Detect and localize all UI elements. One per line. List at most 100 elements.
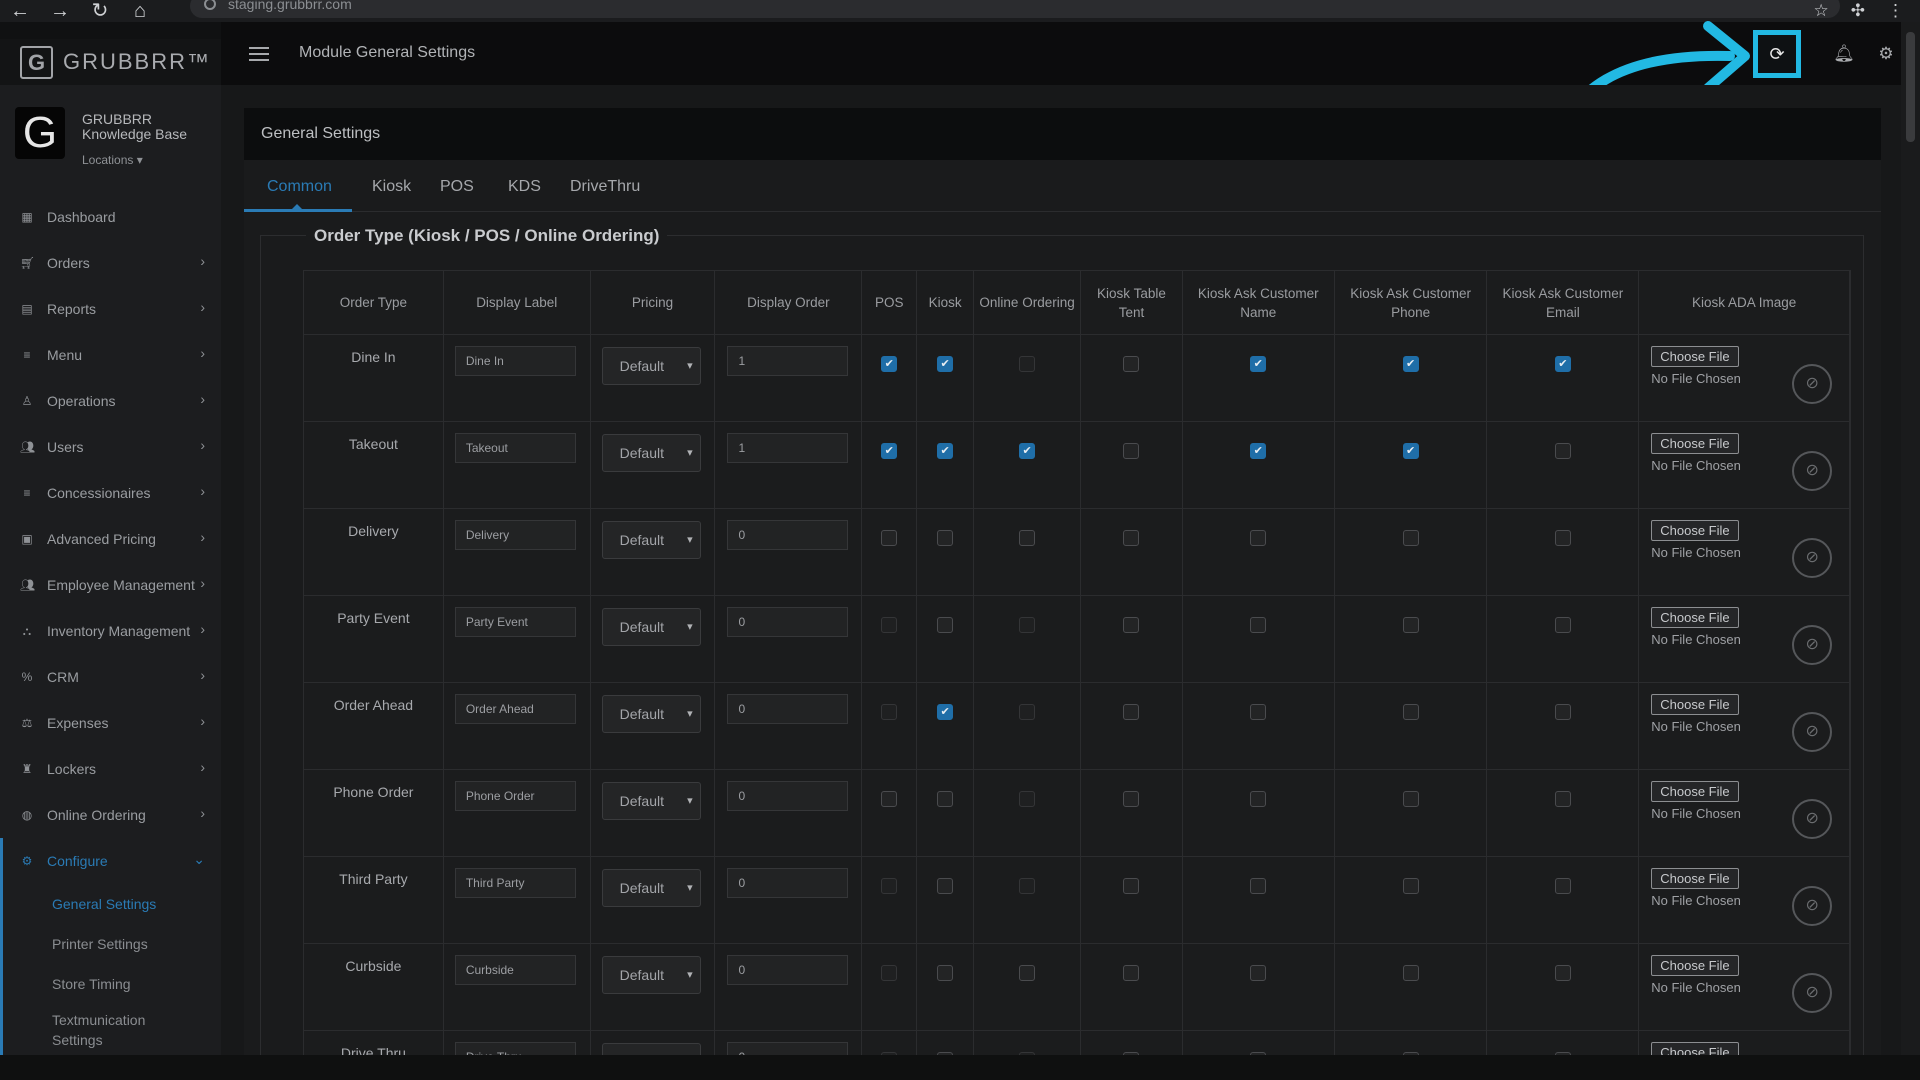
display-order-input[interactable]: 0 — [727, 1042, 849, 1055]
display-order-input[interactable]: 1 — [727, 433, 849, 463]
kiosk-table-tent-checkbox[interactable] — [1123, 704, 1140, 720]
ask-customer-phone-checkbox[interactable] — [1402, 617, 1419, 633]
sidebar-item-menu[interactable]: ≡ Menu › — [0, 332, 221, 378]
display-order-input[interactable]: 0 — [727, 781, 849, 811]
display-label-input[interactable]: Drive Thru — [454, 1042, 576, 1055]
kiosk-table-tent-checkbox[interactable] — [1123, 878, 1140, 894]
address-bar[interactable]: staging.grubbrr.com — [190, 0, 1840, 18]
browser-menu-icon[interactable]: ⋮ — [1887, 1, 1904, 21]
kiosk-table-tent-checkbox[interactable] — [1123, 965, 1140, 981]
display-order-input[interactable]: 0 — [727, 955, 849, 985]
display-label-input[interactable]: Delivery — [454, 520, 576, 550]
choose-file-button[interactable]: Choose File — [1651, 433, 1739, 454]
pos-checkbox[interactable] — [881, 617, 898, 633]
ask-customer-name-checkbox[interactable] — [1250, 530, 1267, 546]
pricing-select[interactable]: Default▾ — [601, 956, 701, 994]
choose-file-button[interactable]: Choose File — [1651, 868, 1739, 889]
pricing-select[interactable]: Default▾ — [601, 1043, 701, 1055]
ask-customer-name-checkbox[interactable] — [1250, 617, 1267, 633]
ask-customer-phone-checkbox[interactable] — [1402, 704, 1419, 720]
display-label-input[interactable]: Dine In — [454, 346, 576, 376]
pos-checkbox[interactable] — [881, 530, 898, 546]
ask-customer-email-checkbox[interactable] — [1554, 965, 1571, 981]
kiosk-table-tent-checkbox[interactable] — [1123, 443, 1140, 459]
kiosk-checkbox[interactable]: ✔ — [937, 704, 954, 720]
scrollbar-thumb[interactable] — [1906, 32, 1915, 142]
pricing-select[interactable]: Default▾ — [601, 695, 701, 733]
tab-kds[interactable]: KDS — [508, 178, 541, 196]
pos-checkbox[interactable] — [881, 878, 898, 894]
ask-customer-email-checkbox[interactable] — [1554, 878, 1571, 894]
online-ordering-checkbox[interactable] — [1019, 530, 1036, 546]
online-ordering-checkbox[interactable] — [1019, 617, 1036, 633]
sidebar-item-advanced-pricing[interactable]: ▣ Advanced Pricing › — [0, 516, 221, 562]
forward-arrow-icon[interactable]: → — [40, 0, 80, 22]
display-order-input[interactable]: 0 — [727, 868, 849, 898]
pricing-select[interactable]: Default▾ — [601, 869, 701, 907]
brand-logo[interactable]: G — [20, 45, 53, 79]
display-label-input[interactable]: Takeout — [454, 433, 576, 463]
pos-checkbox[interactable] — [881, 704, 898, 720]
pricing-select[interactable]: Default▾ — [601, 521, 701, 559]
kiosk-table-tent-checkbox[interactable] — [1123, 791, 1140, 807]
ask-customer-phone-checkbox[interactable] — [1402, 530, 1419, 546]
display-label-input[interactable]: Party Event — [454, 607, 576, 637]
bookmark-star-icon[interactable]: ☆ — [1814, 1, 1829, 21]
sidebar-item-lockers[interactable]: ♜ Lockers › — [0, 746, 221, 792]
page-scrollbar[interactable] — [1901, 22, 1920, 1055]
sidebar-item-concessionaires[interactable]: ≡ Concessionaires › — [0, 470, 221, 516]
sidebar-item-orders[interactable]: 🛒︎ Orders › — [0, 240, 221, 286]
display-label-input[interactable]: Order Ahead — [454, 694, 576, 724]
online-ordering-checkbox[interactable] — [1019, 356, 1036, 372]
pricing-select[interactable]: Default▾ — [601, 347, 701, 385]
submenu-item-store-timing[interactable]: Store Timing — [52, 964, 221, 1004]
extensions-icon[interactable]: ✣ — [1851, 1, 1865, 21]
sidebar-item-dashboard[interactable]: ▦ Dashboard — [0, 194, 221, 240]
ask-customer-name-checkbox[interactable]: ✔ — [1250, 356, 1267, 372]
locations-dropdown[interactable]: Locations ▾ — [82, 153, 143, 167]
tab-drivethru[interactable]: DriveThru — [570, 178, 640, 196]
ask-customer-email-checkbox[interactable]: ✔ — [1554, 356, 1571, 372]
ask-customer-email-checkbox[interactable] — [1554, 704, 1571, 720]
submenu-item-textmunication-settings[interactable]: Textmunication Settings — [52, 1004, 172, 1055]
pos-checkbox[interactable]: ✔ — [881, 356, 898, 372]
choose-file-button[interactable]: Choose File — [1651, 955, 1739, 976]
display-label-input[interactable]: Phone Order — [454, 781, 576, 811]
sidebar-item-operations[interactable]: ♙ Operations › — [0, 378, 221, 424]
site-info-icon[interactable] — [204, 0, 216, 10]
pricing-select[interactable]: Default▾ — [601, 608, 701, 646]
ask-customer-name-checkbox[interactable]: ✔ — [1250, 443, 1267, 459]
choose-file-button[interactable]: Choose File — [1651, 1042, 1739, 1055]
online-ordering-checkbox[interactable] — [1019, 704, 1036, 720]
kiosk-checkbox[interactable] — [937, 530, 954, 546]
ask-customer-email-checkbox[interactable] — [1554, 791, 1571, 807]
sidebar-item-expenses[interactable]: ⚖ Expenses › — [0, 700, 221, 746]
sidebar-item-configure[interactable]: ⚙ Configure ⌄ — [0, 838, 221, 884]
kiosk-checkbox[interactable]: ✔ — [937, 356, 954, 372]
ask-customer-email-checkbox[interactable] — [1554, 443, 1571, 459]
online-ordering-checkbox[interactable]: ✔ — [1019, 443, 1036, 459]
ask-customer-phone-checkbox[interactable]: ✔ — [1402, 356, 1419, 372]
ask-customer-email-checkbox[interactable] — [1554, 530, 1571, 546]
tab-pos[interactable]: POS — [440, 178, 474, 196]
display-order-input[interactable]: 0 — [727, 520, 849, 550]
kiosk-table-tent-checkbox[interactable] — [1123, 356, 1140, 372]
choose-file-button[interactable]: Choose File — [1651, 346, 1739, 367]
ask-customer-phone-checkbox[interactable] — [1402, 791, 1419, 807]
ask-customer-name-checkbox[interactable] — [1250, 878, 1267, 894]
kiosk-checkbox[interactable]: ✔ — [937, 443, 954, 459]
display-label-input[interactable]: Third Party — [454, 868, 576, 898]
sidebar-item-crm[interactable]: % CRM › — [0, 654, 221, 700]
kiosk-checkbox[interactable] — [937, 878, 954, 894]
submenu-item-general-settings[interactable]: General Settings — [52, 884, 221, 924]
kiosk-table-tent-checkbox[interactable] — [1123, 617, 1140, 633]
hamburger-menu-icon[interactable] — [249, 47, 269, 61]
choose-file-button[interactable]: Choose File — [1651, 520, 1739, 541]
choose-file-button[interactable]: Choose File — [1651, 694, 1739, 715]
display-order-input[interactable]: 0 — [727, 694, 849, 724]
ask-customer-phone-checkbox[interactable]: ✔ — [1402, 443, 1419, 459]
kiosk-checkbox[interactable] — [937, 791, 954, 807]
choose-file-button[interactable]: Choose File — [1651, 781, 1739, 802]
ask-customer-name-checkbox[interactable] — [1250, 704, 1267, 720]
kiosk-checkbox[interactable] — [937, 617, 954, 633]
